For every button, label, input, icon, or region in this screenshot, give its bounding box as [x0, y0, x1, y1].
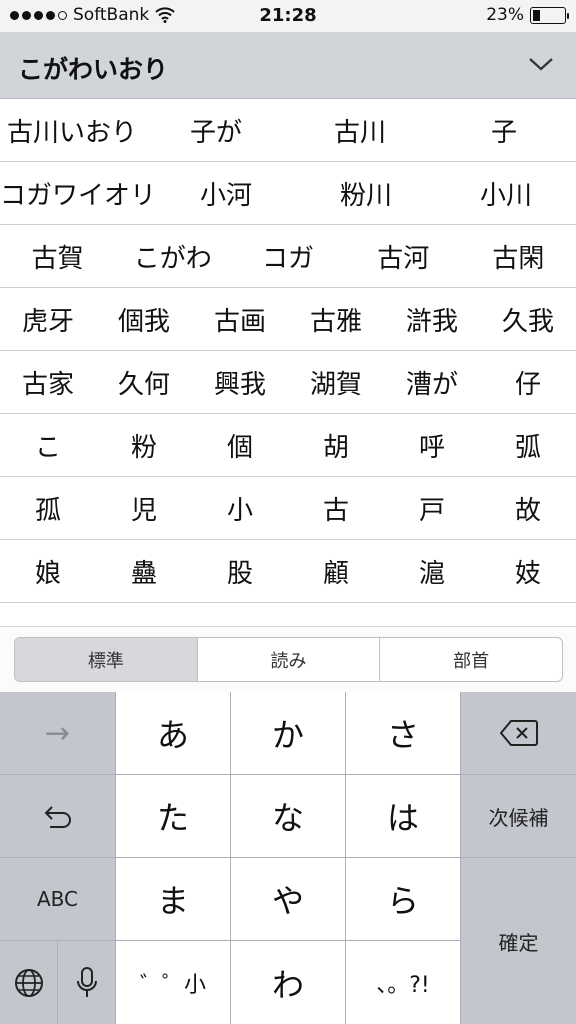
candidate-item[interactable]: 子が [144, 112, 288, 149]
candidate-item[interactable]: 呼 [384, 427, 480, 464]
key-dakuten-label: ゛゜小 [139, 972, 206, 998]
candidate-item[interactable]: 蠱 [96, 553, 192, 590]
candidate-item[interactable]: コガワイオリ [0, 175, 156, 212]
battery-icon [530, 6, 569, 24]
key-ma[interactable]: ま [116, 858, 230, 940]
candidate-item[interactable]: 湖賀 [288, 364, 384, 401]
key-wa[interactable]: わ [231, 941, 345, 1024]
candidate-item[interactable]: 戸 [384, 490, 480, 527]
undo-key[interactable] [0, 775, 115, 857]
key-sa[interactable]: さ [346, 692, 460, 774]
status-bar: SoftBank 21:28 23% [0, 0, 576, 32]
candidate-item[interactable]: 児 [96, 490, 192, 527]
candidate-item[interactable]: 古河 [346, 238, 461, 275]
segmented-control: 標準 読み 部首 [14, 637, 563, 682]
globe-key[interactable] [0, 941, 57, 1024]
key-na[interactable]: な [231, 775, 345, 857]
arrow-right-key[interactable]: → [0, 692, 115, 774]
candidate-row: 虎牙 個我 古画 古雅 滸我 久我 [0, 288, 576, 351]
candidate-item[interactable]: 古賀 [0, 238, 115, 275]
candidate-item[interactable]: 顧 [288, 553, 384, 590]
candidate-item[interactable]: 久我 [480, 301, 576, 338]
key-ka[interactable]: か [231, 692, 345, 774]
candidate-item[interactable]: 古川 [288, 112, 432, 149]
candidate-item[interactable]: 個 [192, 427, 288, 464]
candidate-item[interactable]: コガ [230, 238, 345, 275]
key-ra[interactable]: ら [346, 858, 460, 940]
candidate-row: 娘蠱股顧滬妓 [0, 540, 576, 603]
next-candidate-key[interactable]: 次候補 [461, 775, 576, 857]
battery-status: 23% [486, 5, 569, 25]
delete-key[interactable] [461, 692, 576, 774]
key-a[interactable]: あ [116, 692, 230, 774]
candidate-item[interactable]: 古 [288, 490, 384, 527]
candidate-item[interactable]: 仔 [480, 364, 576, 401]
delete-icon [499, 720, 538, 746]
candidate-item[interactable]: 個我 [96, 301, 192, 338]
battery-percent: 23% [486, 5, 524, 25]
candidate-item[interactable]: 古雅 [288, 301, 384, 338]
key-ya[interactable]: や [231, 858, 345, 940]
candidate-row: 古川いおり 子が 古川子 [0, 99, 576, 162]
candidate-item[interactable]: 小川 [436, 175, 576, 212]
candidate-item[interactable]: 股 [192, 553, 288, 590]
abc-key[interactable]: ABC [0, 858, 115, 940]
candidate-item[interactable]: こがわ [115, 238, 230, 275]
composition-bar: こがわいおり [0, 32, 576, 99]
candidate-item[interactable]: 虎牙 [0, 301, 96, 338]
candidate-filter-bar: 標準 読み 部首 [0, 626, 576, 692]
segment-reading[interactable]: 読み [198, 638, 381, 681]
candidate-row: こ粉個胡呼弧 [0, 414, 576, 477]
candidate-item[interactable]: 漕が [384, 364, 480, 401]
candidate-item[interactable]: 久何 [96, 364, 192, 401]
candidate-item[interactable]: 粉 [96, 427, 192, 464]
candidate-item[interactable]: 小河 [156, 175, 296, 212]
candidate-item[interactable]: 古家 [0, 364, 96, 401]
microphone-icon [76, 966, 97, 997]
candidate-item[interactable]: 胡 [288, 427, 384, 464]
candidate-row: 孤児小古戸故 [0, 477, 576, 540]
candidate-item[interactable]: 子 [432, 112, 576, 149]
segment-radical[interactable]: 部首 [380, 638, 562, 681]
key-punctuation[interactable]: 、。?! [346, 941, 460, 1024]
candidate-item[interactable]: 興我 [192, 364, 288, 401]
candidate-item[interactable]: 弧 [480, 427, 576, 464]
candidate-row [0, 603, 576, 626]
composition-text: こがわいおり [18, 55, 169, 84]
key-ha[interactable]: は [346, 775, 460, 857]
candidate-item[interactable]: 滸我 [384, 301, 480, 338]
candidate-item[interactable]: 古川いおり [0, 112, 144, 149]
mic-key[interactable] [58, 941, 115, 1024]
candidate-list: 古川いおり 子が 古川子コガワイオリ 小河 粉川 小川 古賀 こがわ コガ 古河 古閑 虎牙 個我 古画古… [0, 99, 576, 626]
candidate-item[interactable]: 孤 [0, 490, 96, 527]
key-ta[interactable]: た [116, 775, 230, 857]
candidate-item[interactable]: 粉川 [296, 175, 436, 212]
candidate-item[interactable]: 故 [480, 490, 576, 527]
key-punctuation-label: 、。?! [376, 972, 430, 998]
candidate-item[interactable]: 妓 [480, 553, 576, 590]
confirm-key[interactable]: 確定 [461, 858, 576, 1024]
kana-keyboard: → ABC あ か さ た な は ま や ら ゛゜小 わ 、。?! 次候補 確… [0, 692, 576, 1024]
candidate-item[interactable]: こ [0, 427, 96, 464]
candidate-item[interactable]: 古画 [192, 301, 288, 338]
globe-icon [14, 968, 43, 997]
segment-standard[interactable]: 標準 [15, 638, 198, 681]
candidate-item[interactable]: 古閑 [461, 238, 576, 275]
candidate-row: コガワイオリ 小河 粉川 小川 [0, 162, 576, 225]
undo-icon [44, 806, 71, 828]
candidate-item[interactable]: 娘 [0, 553, 96, 590]
candidate-row: 古賀 こがわ コガ 古河 古閑 [0, 225, 576, 288]
chevron-down-icon[interactable] [528, 54, 554, 74]
candidate-item[interactable]: 小 [192, 490, 288, 527]
candidate-row: 古家 久何 興我 湖賀 漕が仔 [0, 351, 576, 414]
key-dakuten[interactable]: ゛゜小 [116, 941, 230, 1024]
candidate-item[interactable]: 滬 [384, 553, 480, 590]
